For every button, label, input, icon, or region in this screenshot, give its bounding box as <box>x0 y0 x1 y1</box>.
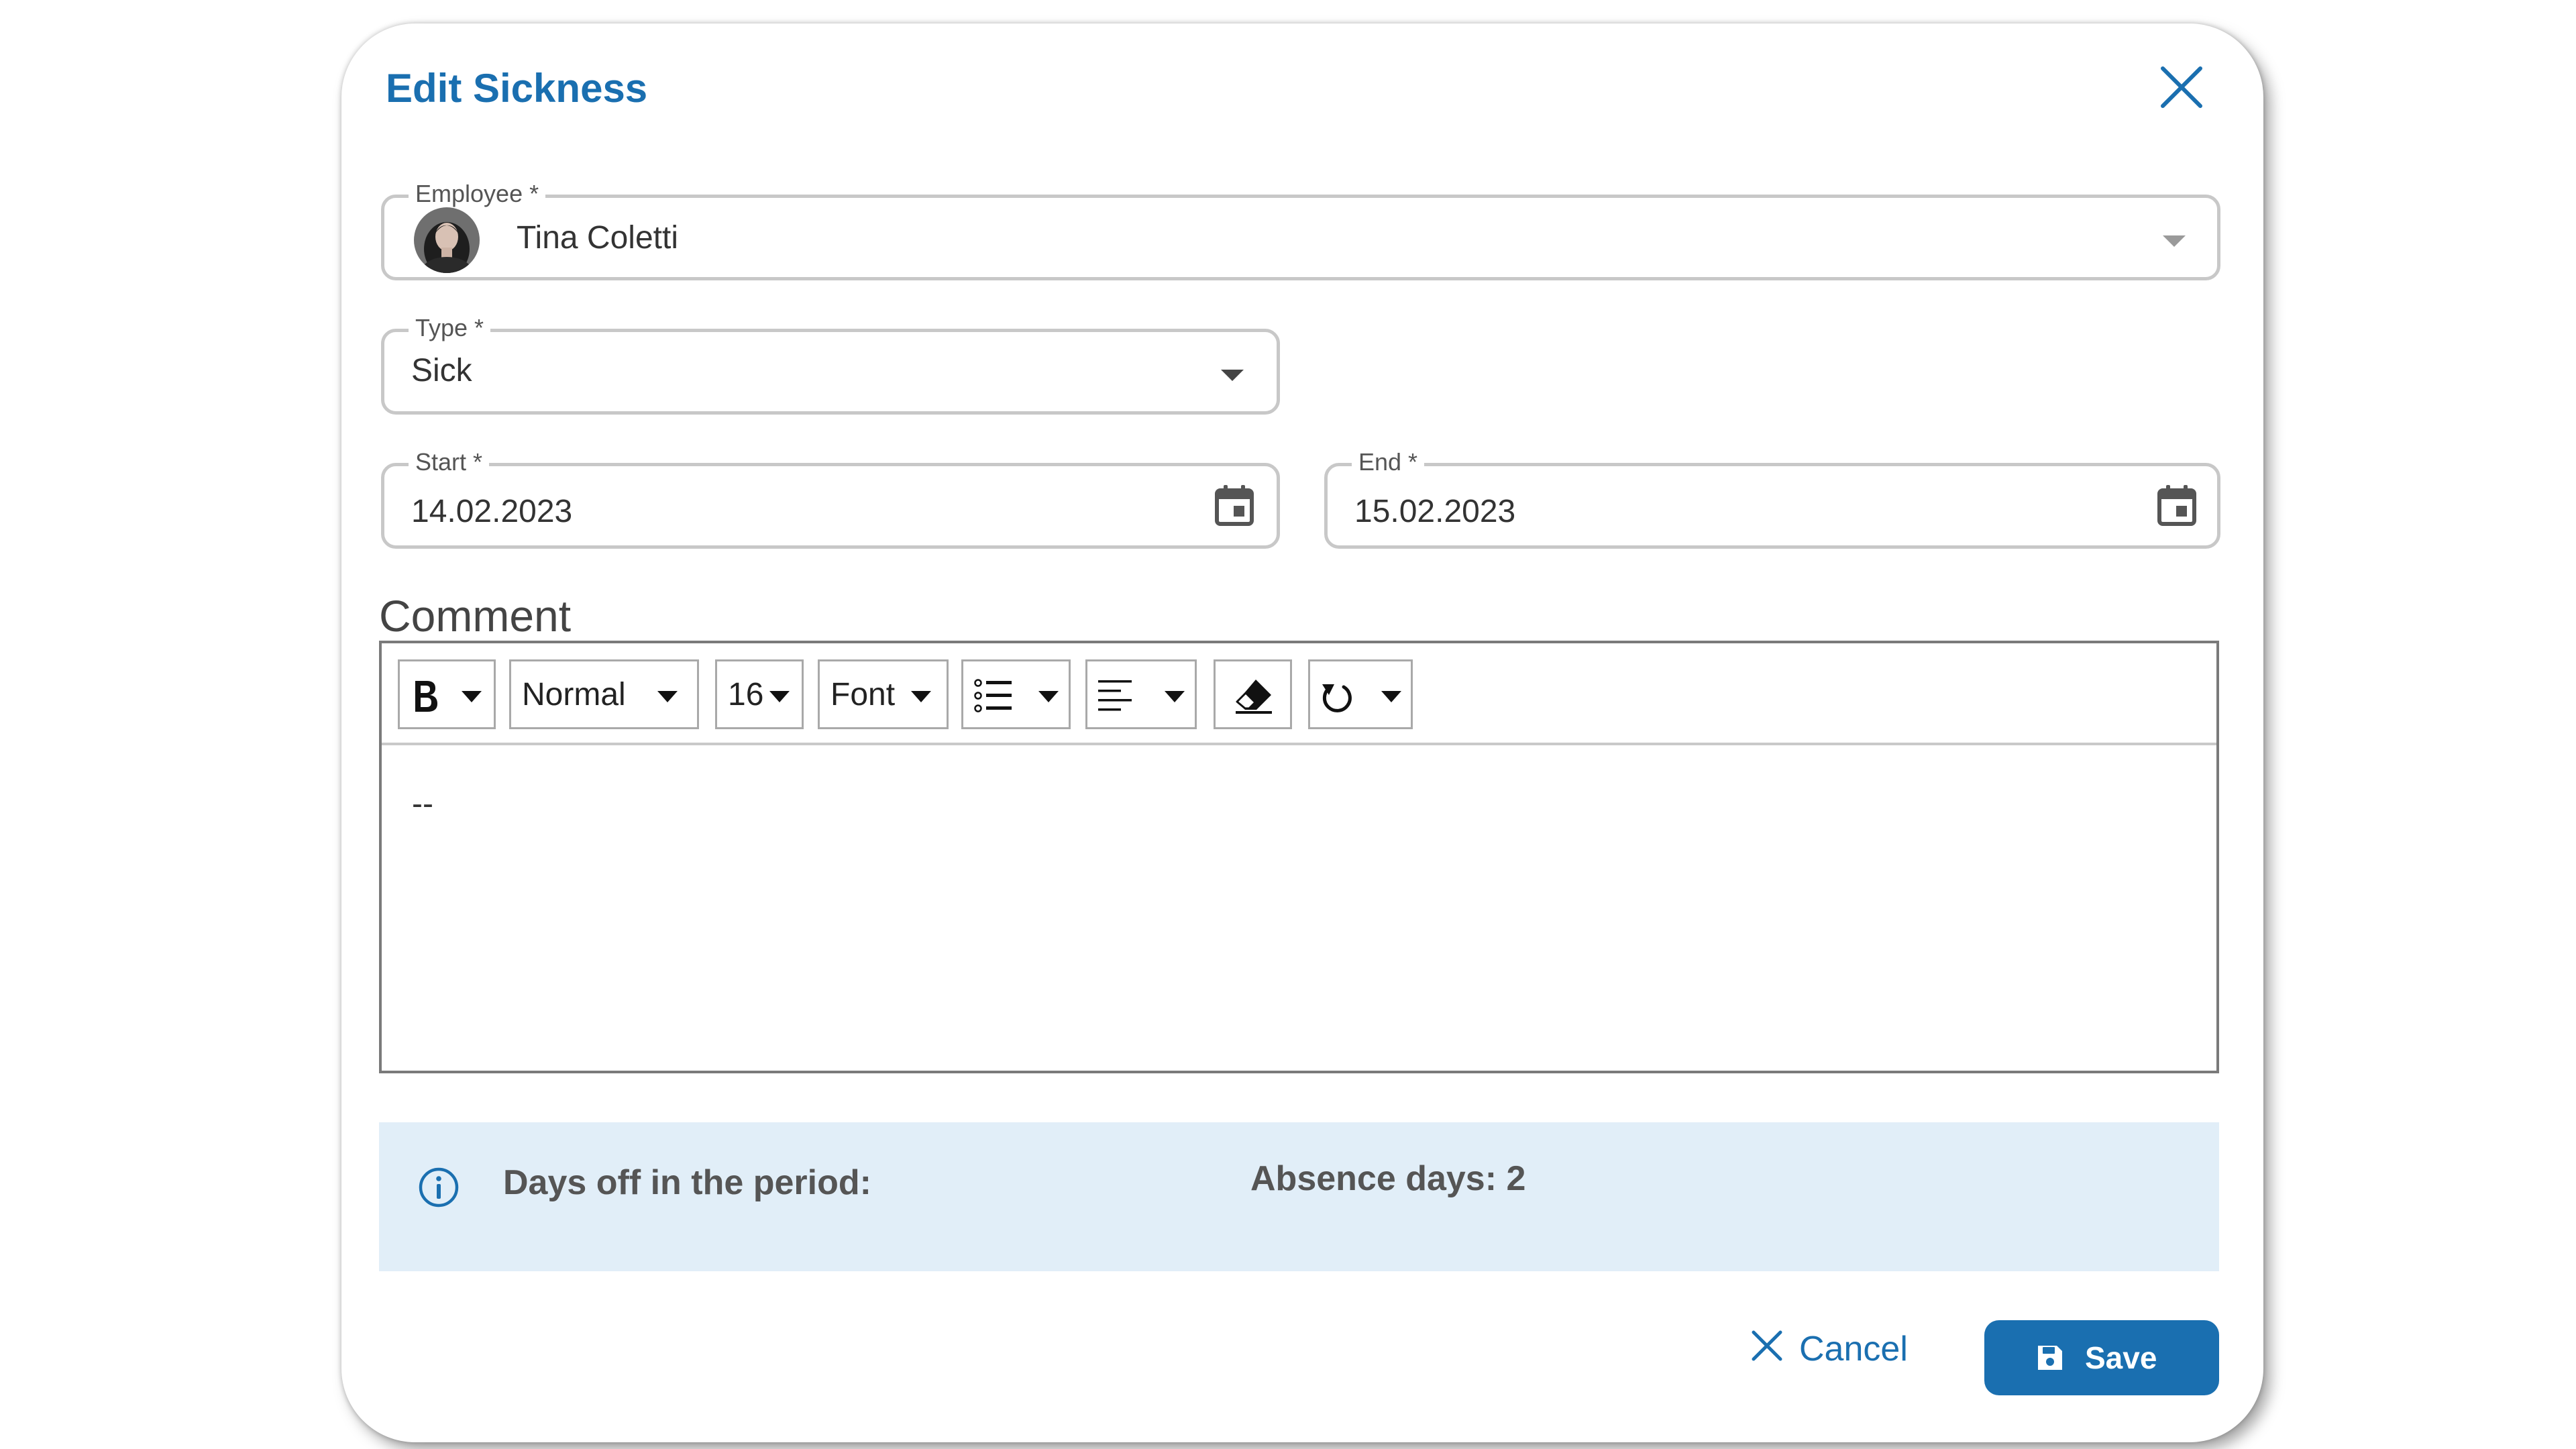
chevron-down-icon <box>769 691 790 702</box>
chevron-down-icon <box>657 691 678 702</box>
avatar <box>414 207 480 273</box>
info-panel: Days off in the period: Absence days: 2 <box>379 1122 2219 1271</box>
font-family-dropdown[interactable]: Font <box>818 659 949 729</box>
calendar-icon[interactable] <box>2157 484 2196 526</box>
close-icon <box>2161 66 2202 108</box>
align-dropdown[interactable] <box>1085 659 1197 729</box>
font-family-value: Font <box>830 677 896 712</box>
chevron-down-icon <box>1165 691 1185 702</box>
type-value: Sick <box>411 353 472 388</box>
start-label: Start * <box>409 447 490 477</box>
employee-select[interactable]: Employee * Tina Coletti <box>381 179 2220 280</box>
chevron-down-icon <box>1381 691 1401 702</box>
font-size-dropdown[interactable]: 16 <box>715 659 804 729</box>
undo-icon <box>1322 684 1352 712</box>
editor-toolbar: Normal 16 Font <box>382 643 2216 745</box>
close-icon <box>1752 1330 1782 1361</box>
bold-dropdown[interactable] <box>398 659 496 729</box>
dialog-title: Edit Sickness <box>386 66 648 111</box>
type-label: Type * <box>409 313 491 343</box>
comment-text[interactable]: -- <box>412 784 433 824</box>
start-value: 14.02.2023 <box>411 494 573 529</box>
cancel-label: Cancel <box>1799 1330 1908 1368</box>
employee-value: Tina Coletti <box>517 220 678 256</box>
chevron-down-icon <box>2163 235 2186 247</box>
chevron-down-icon <box>462 691 482 702</box>
comment-editor: Normal 16 Font -- <box>379 641 2219 1073</box>
eraser-icon <box>1236 680 1272 714</box>
save-icon <box>2038 1346 2062 1370</box>
end-value: 15.02.2023 <box>1354 494 1516 529</box>
start-date-field[interactable]: Start * 14.02.2023 <box>381 447 1280 549</box>
paragraph-style-value: Normal <box>522 677 626 712</box>
chevron-down-icon <box>911 691 931 702</box>
days-off-text: Days off in the period: <box>503 1163 871 1202</box>
chevron-down-icon <box>1038 691 1059 702</box>
info-icon <box>419 1167 459 1208</box>
list-icon <box>974 679 1012 712</box>
type-select[interactable]: Type * Sick <box>381 313 1280 415</box>
calendar-icon[interactable] <box>1215 484 1254 526</box>
end-date-field[interactable]: End * 15.02.2023 <box>1324 447 2220 549</box>
end-label: End * <box>1352 447 1425 477</box>
save-label: Save <box>2085 1340 2157 1375</box>
employee-label: Employee * <box>409 179 546 209</box>
absence-days-text: Absence days: 2 <box>1250 1159 1526 1198</box>
clear-format-button[interactable] <box>1214 659 1292 729</box>
save-button[interactable]: Save <box>1984 1320 2219 1395</box>
undo-dropdown[interactable] <box>1308 659 1413 729</box>
close-button[interactable] <box>2159 64 2204 110</box>
chevron-down-icon <box>1221 370 1244 381</box>
comment-label: Comment <box>379 591 572 641</box>
list-dropdown[interactable] <box>961 659 1071 729</box>
font-size-value: 16 <box>728 677 764 712</box>
paragraph-style-dropdown[interactable]: Normal <box>509 659 699 729</box>
bold-icon <box>415 681 437 712</box>
cancel-button[interactable]: Cancel <box>1744 1315 1919 1382</box>
align-left-icon <box>1098 680 1132 711</box>
